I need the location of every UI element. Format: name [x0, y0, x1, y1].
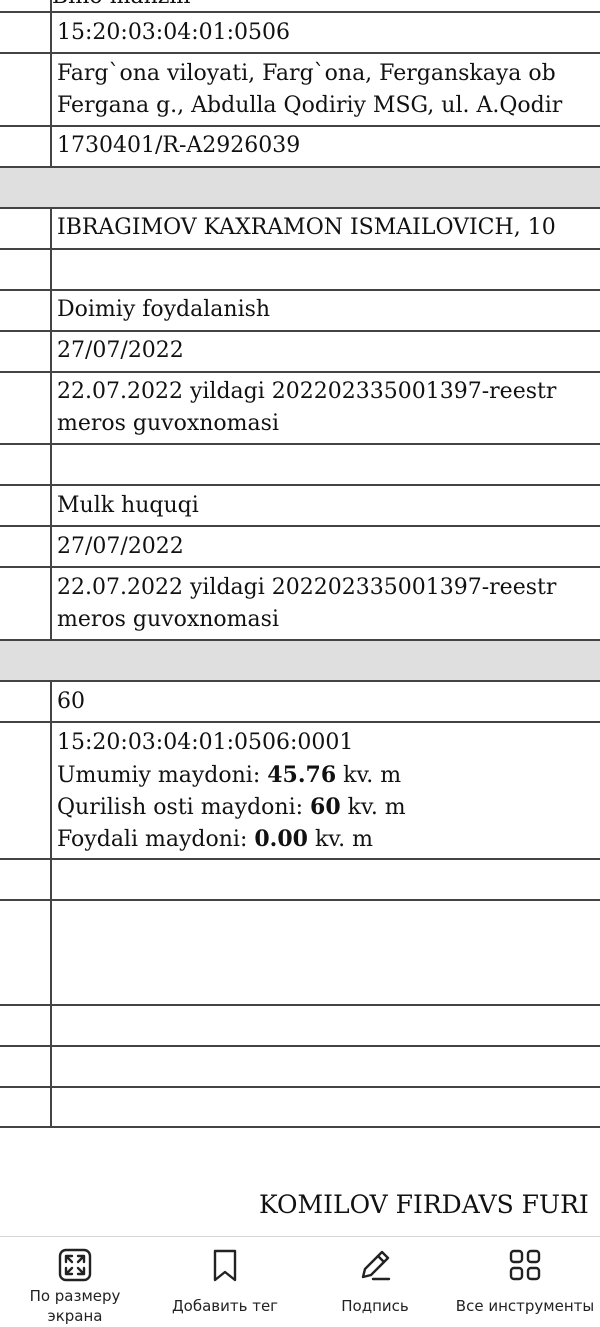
fit-screen-icon	[58, 1248, 92, 1282]
right-basis-1-line-1: 22.07.2022 yildagi 202202335001397-reest…	[57, 379, 557, 404]
right-type-1: Doimiy foydalanish	[57, 297, 271, 322]
useful-area-line: Foydali maydoni: 0.00 kv. m	[57, 826, 373, 852]
total-area-line: Umumiy maydoni: 45.76 kv. m	[57, 762, 402, 788]
signature-label: Подпись	[341, 1297, 409, 1315]
cut-off-row-label: Bino manzili	[52, 0, 190, 9]
footprint-area-value: 60	[310, 794, 341, 820]
cadastre-number: 15:20:03:04:01:0506	[57, 20, 291, 45]
address-line-2: Fergana g., Abdulla Qodiriy MSG, ul. A.Q…	[57, 93, 563, 118]
right-basis-2-line-2: meros guvoxnomasi	[57, 607, 279, 632]
right-date-1: 27/07/2022	[57, 338, 184, 363]
bottom-toolbar: По размеру экрана Добавить тег Подпись В…	[0, 1236, 600, 1327]
right-type-2: Mulk huquqi	[57, 493, 199, 518]
total-area-value: 45.76	[267, 762, 337, 788]
grid-icon	[509, 1249, 541, 1281]
bookmark-icon	[213, 1249, 237, 1282]
registry-number: 1730401/R-A2926039	[57, 133, 301, 158]
fit-to-screen-label-line-1: По размеру	[29, 1287, 121, 1305]
section-header-shade	[0, 168, 600, 208]
column-divider	[50, 681, 52, 1128]
footprint-area-line: Qurilish osti maydoni: 60 kv. m	[57, 794, 406, 820]
column-divider	[50, 0, 52, 168]
signature-button[interactable]: Подпись	[300, 1237, 450, 1327]
address-line-1: Farg`ona viloyati, Farg`ona, Ferganskaya…	[57, 61, 556, 86]
signer-name: KOMILOV FIRDAVS FURI	[259, 1190, 589, 1219]
area-value: 60	[57, 689, 85, 714]
add-tag-label: Добавить тег	[171, 1297, 279, 1315]
owner-name: IBRAGIMOV KAXRAMON ISMAILOVICH, 10	[57, 215, 556, 240]
fit-to-screen-button[interactable]: По размеру экрана	[0, 1237, 150, 1327]
all-tools-label: Все инструменты	[455, 1297, 595, 1315]
right-basis-2-line-1: 22.07.2022 yildagi 202202335001397-reest…	[57, 575, 557, 600]
pen-icon	[361, 1250, 391, 1281]
document-page: Bino manzili 15:20:03:04:01:0506 Farg`on…	[0, 0, 600, 1236]
useful-area-value: 0.00	[254, 826, 308, 852]
add-tag-button[interactable]: Добавить тег	[150, 1237, 300, 1327]
building-cadastre: 15:20:03:04:01:0506:0001	[57, 730, 354, 755]
right-date-2: 27/07/2022	[57, 534, 184, 559]
all-tools-button[interactable]: Все инструменты	[450, 1237, 600, 1327]
column-divider	[50, 208, 52, 641]
right-basis-1-line-2: meros guvoxnomasi	[57, 411, 279, 436]
fit-to-screen-label-line-2: экрана	[47, 1307, 103, 1325]
section-header-shade	[0, 641, 600, 681]
